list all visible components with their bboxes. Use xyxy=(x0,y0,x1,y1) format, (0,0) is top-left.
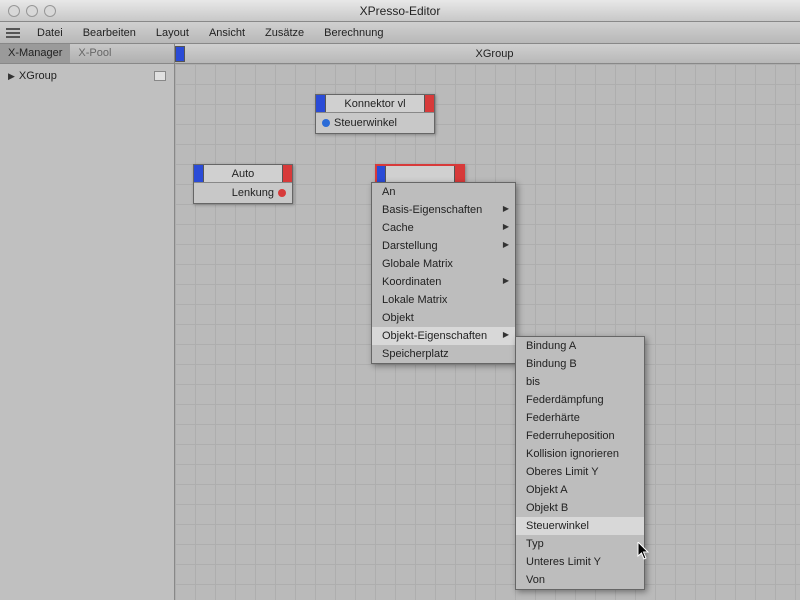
port-label: Lenkung xyxy=(200,187,274,199)
node-input-bar[interactable] xyxy=(316,95,326,112)
window-titlebar: XPresso-Editor xyxy=(0,0,800,22)
hamburger-icon[interactable] xyxy=(6,28,20,38)
ctx-item[interactable]: An xyxy=(372,183,515,201)
context-menu: AnBasis-EigenschaftenCacheDarstellungGlo… xyxy=(371,182,516,364)
ctx-item[interactable]: Basis-Eigenschaften xyxy=(372,201,515,219)
ctx-sub-item[interactable]: Unteres Limit Y xyxy=(516,553,644,571)
window-title: XPresso-Editor xyxy=(0,4,800,18)
ctx-item[interactable]: Speicherplatz xyxy=(372,345,515,363)
ctx-sub-item[interactable]: Steuerwinkel xyxy=(516,517,644,535)
canvas-header: XGroup xyxy=(175,44,800,64)
node-graph-grid[interactable]: Konnektor vl Steuerwinkel Auto Lenkung xyxy=(175,64,800,600)
ctx-sub-item[interactable]: Von xyxy=(516,571,644,589)
ctx-sub-item[interactable]: Bindung B xyxy=(516,355,644,373)
canvas-title: XGroup xyxy=(189,48,800,60)
menu-berechnung[interactable]: Berechnung xyxy=(315,24,392,42)
menu-ansicht[interactable]: Ansicht xyxy=(200,24,254,42)
ctx-sub-item[interactable]: Federruheposition xyxy=(516,427,644,445)
node-auto[interactable]: Auto Lenkung xyxy=(193,164,293,204)
ctx-item[interactable]: Objekt xyxy=(372,309,515,327)
node-output-bar[interactable] xyxy=(282,165,292,182)
node-title: Auto xyxy=(204,168,282,180)
ctx-item[interactable]: Cache xyxy=(372,219,515,237)
port-label: Steuerwinkel xyxy=(334,117,428,129)
tree-item-icon xyxy=(154,71,166,81)
node-konnektor[interactable]: Konnektor vl Steuerwinkel xyxy=(315,94,435,134)
node-input-bar[interactable] xyxy=(194,165,204,182)
ctx-sub-item[interactable]: Bindung A xyxy=(516,337,644,355)
ctx-sub-item[interactable]: Objekt A xyxy=(516,481,644,499)
ctx-sub-item[interactable]: Objekt B xyxy=(516,499,644,517)
ctx-item[interactable]: Objekt-Eigenschaften xyxy=(372,327,515,345)
ctx-sub-item[interactable]: bis xyxy=(516,373,644,391)
ctx-item[interactable]: Lokale Matrix xyxy=(372,291,515,309)
tree-row-xgroup[interactable]: ▶ XGroup xyxy=(8,70,166,82)
tab-x-pool[interactable]: X-Pool xyxy=(70,44,119,63)
menu-layout[interactable]: Layout xyxy=(147,24,198,42)
ctx-sub-item[interactable]: Oberes Limit Y xyxy=(516,463,644,481)
ctx-item[interactable]: Globale Matrix xyxy=(372,255,515,273)
ctx-sub-item[interactable]: Federdämpfung xyxy=(516,391,644,409)
tab-x-manager[interactable]: X-Manager xyxy=(0,44,70,63)
menu-bar: DateiBearbeitenLayoutAnsichtZusätzeBerec… xyxy=(0,22,800,44)
menu-zusätze[interactable]: Zusätze xyxy=(256,24,313,42)
canvas-area: XGroup Konnektor vl Steuerwinkel Auto xyxy=(175,44,800,600)
ctx-sub-item[interactable]: Kollision ignorieren xyxy=(516,445,644,463)
disclosure-triangle-icon[interactable]: ▶ xyxy=(8,71,15,82)
port-in-icon[interactable] xyxy=(322,119,330,127)
ctx-sub-item[interactable]: Federhärte xyxy=(516,409,644,427)
port-out-icon[interactable] xyxy=(278,189,286,197)
sidebar-tabs: X-Manager X-Pool xyxy=(0,44,174,64)
ctx-sub-item[interactable]: Typ xyxy=(516,535,644,553)
context-submenu: Bindung ABindung BbisFederdämpfungFederh… xyxy=(515,336,645,590)
canvas-chip-icon xyxy=(175,46,185,62)
sidebar: X-Manager X-Pool ▶ XGroup xyxy=(0,44,175,600)
menu-bearbeiten[interactable]: Bearbeiten xyxy=(74,24,145,42)
node-output-bar[interactable] xyxy=(424,95,434,112)
node-title: Konnektor vl xyxy=(326,98,424,110)
tree-label: XGroup xyxy=(19,70,57,82)
ctx-item[interactable]: Darstellung xyxy=(372,237,515,255)
menu-datei[interactable]: Datei xyxy=(28,24,72,42)
ctx-item[interactable]: Koordinaten xyxy=(372,273,515,291)
